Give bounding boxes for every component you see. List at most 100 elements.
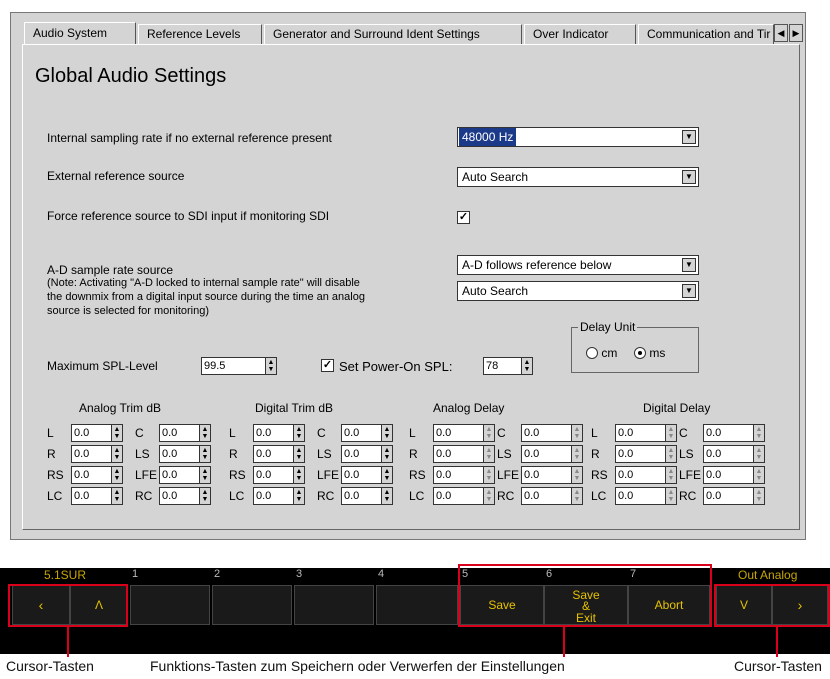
channel-value-stepper[interactable]: 0.0 ▲ ▼	[521, 424, 583, 442]
channel-value-stepper[interactable]: 0.0 ▲ ▼	[253, 424, 305, 442]
stepper-arrows-icon[interactable]: ▲ ▼	[111, 425, 122, 441]
channel-label: R	[47, 447, 56, 461]
delay-unit-cm-option[interactable]: cm	[586, 346, 617, 360]
tab-scroll-left-icon[interactable]: ◀	[774, 24, 788, 42]
sampling-rate-select[interactable]: 48000 Hz ▼	[457, 127, 699, 147]
chevron-down-icon[interactable]: ▼	[682, 170, 696, 184]
stepper-arrows-icon[interactable]: ▲ ▼	[111, 446, 122, 462]
stepper-arrows-icon[interactable]: ▲ ▼	[381, 425, 392, 441]
stepper-arrows-icon[interactable]: ▲ ▼	[571, 446, 582, 462]
stepper-arrows-icon[interactable]: ▲ ▼	[381, 467, 392, 483]
stepper-arrows-icon[interactable]: ▲ ▼	[199, 467, 210, 483]
channel-value-stepper[interactable]: 0.0 ▲ ▼	[253, 445, 305, 463]
tab-scroll-right-icon[interactable]: ▶	[789, 24, 803, 42]
channel-value-stepper[interactable]: 0.0 ▲ ▼	[703, 445, 765, 463]
stepper-arrows-icon[interactable]: ▲ ▼	[293, 488, 304, 504]
channel-value-stepper[interactable]: 0.0 ▲ ▼	[703, 424, 765, 442]
tab-communication[interactable]: Communication and Tir	[638, 24, 774, 44]
channel-value-stepper[interactable]: 0.0 ▲ ▼	[159, 445, 211, 463]
channel-value-stepper[interactable]: 0.0 ▲ ▼	[341, 487, 393, 505]
stepper-arrows-icon[interactable]: ▲ ▼	[483, 425, 494, 441]
channel-value-stepper[interactable]: 0.0 ▲ ▼	[159, 466, 211, 484]
channel-value: 0.0	[706, 490, 722, 502]
max-spl-stepper[interactable]: 99.5 ▲ ▼	[201, 357, 277, 375]
stepper-arrows-icon[interactable]: ▲ ▼	[199, 425, 210, 441]
power-on-spl-stepper[interactable]: 78 ▲ ▼	[483, 357, 533, 375]
channel-value-stepper[interactable]: 0.0 ▲ ▼	[253, 487, 305, 505]
stepper-arrows-icon[interactable]: ▲ ▼	[111, 488, 122, 504]
stepper-arrows-icon[interactable]: ▲ ▼	[483, 446, 494, 462]
channel-value-stepper[interactable]: 0.0 ▲ ▼	[615, 445, 677, 463]
function-key-4[interactable]	[376, 585, 458, 625]
stepper-arrows-icon[interactable]: ▲ ▼	[483, 488, 494, 504]
stepper-arrows-icon[interactable]: ▲ ▼	[293, 467, 304, 483]
channel-value-stepper[interactable]: 0.0 ▲ ▼	[71, 487, 123, 505]
channel-value-stepper[interactable]: 0.0 ▲ ▼	[703, 466, 765, 484]
stepper-arrows-icon[interactable]: ▲ ▼	[753, 446, 764, 462]
stepper-arrows-icon[interactable]: ▲ ▼	[665, 425, 676, 441]
channel-value: 0.0	[436, 448, 452, 460]
channel-value-stepper[interactable]: 0.0 ▲ ▼	[159, 424, 211, 442]
stepper-arrows-icon[interactable]: ▲ ▼	[753, 488, 764, 504]
tab-reference-levels[interactable]: Reference Levels	[138, 24, 262, 44]
stepper-arrows-icon[interactable]: ▲ ▼	[293, 446, 304, 462]
radio-cm[interactable]	[586, 347, 598, 359]
channel-value-stepper[interactable]: 0.0 ▲ ▼	[159, 487, 211, 505]
channel-value-stepper[interactable]: 0.0 ▲ ▼	[341, 466, 393, 484]
stepper-arrows-icon[interactable]: ▲ ▼	[483, 467, 494, 483]
stepper-arrows-icon[interactable]: ▲ ▼	[293, 425, 304, 441]
channel-value-stepper[interactable]: 0.0 ▲ ▼	[433, 466, 495, 484]
stepper-arrows-icon[interactable]: ▲ ▼	[571, 488, 582, 504]
channel-value-stepper[interactable]: 0.0 ▲ ▼	[253, 466, 305, 484]
stepper-arrows-icon[interactable]: ▲ ▼	[265, 358, 276, 374]
channel-value-stepper[interactable]: 0.0 ▲ ▼	[615, 487, 677, 505]
channel-value-stepper[interactable]: 0.0 ▲ ▼	[341, 445, 393, 463]
stepper-arrows-icon[interactable]: ▲ ▼	[381, 488, 392, 504]
channel-value-stepper[interactable]: 0.0 ▲ ▼	[433, 487, 495, 505]
function-key-2[interactable]	[212, 585, 292, 625]
power-on-spl-checkbox[interactable]: ✓	[321, 359, 334, 372]
stepper-arrows-icon[interactable]: ▲ ▼	[521, 358, 532, 374]
stepper-arrows-icon[interactable]: ▲ ▼	[665, 467, 676, 483]
ext-ref-select[interactable]: Auto Search ▼	[457, 167, 699, 187]
stepper-arrows-icon[interactable]: ▲ ▼	[665, 488, 676, 504]
chevron-down-icon[interactable]: ▼	[682, 284, 696, 298]
function-key-3[interactable]	[294, 585, 374, 625]
channel-value-stepper[interactable]: 0.0 ▲ ▼	[433, 424, 495, 442]
channel-value-stepper[interactable]: 0.0 ▲ ▼	[71, 445, 123, 463]
channel-value-stepper[interactable]: 0.0 ▲ ▼	[703, 487, 765, 505]
channel-value-stepper[interactable]: 0.0 ▲ ▼	[615, 424, 677, 442]
channel-value-stepper[interactable]: 0.0 ▲ ▼	[71, 424, 123, 442]
stepper-arrows-icon[interactable]: ▲ ▼	[571, 425, 582, 441]
chevron-down-icon[interactable]: ▼	[682, 130, 696, 144]
force-sdi-checkbox[interactable]: ✓	[457, 211, 470, 224]
delay-unit-ms-option[interactable]: ms	[634, 346, 665, 360]
radio-ms[interactable]	[634, 347, 646, 359]
stepper-arrows-icon[interactable]: ▲ ▼	[199, 446, 210, 462]
ad-reference-select[interactable]: Auto Search ▼	[457, 281, 699, 301]
channel-value-stepper[interactable]: 0.0 ▲ ▼	[615, 466, 677, 484]
stepper-arrows-icon[interactable]: ▲ ▼	[571, 467, 582, 483]
channel-value-stepper[interactable]: 0.0 ▲ ▼	[433, 445, 495, 463]
function-key-1[interactable]	[130, 585, 210, 625]
tab-audio-system[interactable]: Audio System	[24, 22, 136, 46]
caption-function-keys: Funktions-Tasten zum Speichern oder Verw…	[150, 658, 565, 674]
channel-value-stepper[interactable]: 0.0 ▲ ▼	[341, 424, 393, 442]
function-keys-highlight	[458, 564, 712, 627]
stepper-arrows-icon[interactable]: ▲ ▼	[753, 425, 764, 441]
tab-over-indicator[interactable]: Over Indicator	[524, 24, 636, 44]
channel-label: LC	[591, 489, 607, 503]
channel-value: 0.0	[344, 469, 360, 481]
stepper-arrows-icon[interactable]: ▲ ▼	[381, 446, 392, 462]
channel-value-stepper[interactable]: 0.0 ▲ ▼	[71, 466, 123, 484]
tab-generator-surround[interactable]: Generator and Surround Ident Settings	[264, 24, 522, 44]
stepper-arrows-icon[interactable]: ▲ ▼	[111, 467, 122, 483]
stepper-arrows-icon[interactable]: ▲ ▼	[665, 446, 676, 462]
channel-value-stepper[interactable]: 0.0 ▲ ▼	[521, 445, 583, 463]
chevron-down-icon[interactable]: ▼	[682, 258, 696, 272]
channel-value-stepper[interactable]: 0.0 ▲ ▼	[521, 466, 583, 484]
channel-value-stepper[interactable]: 0.0 ▲ ▼	[521, 487, 583, 505]
stepper-arrows-icon[interactable]: ▲ ▼	[753, 467, 764, 483]
stepper-arrows-icon[interactable]: ▲ ▼	[199, 488, 210, 504]
ad-source-select[interactable]: A-D follows reference below ▼	[457, 255, 699, 275]
